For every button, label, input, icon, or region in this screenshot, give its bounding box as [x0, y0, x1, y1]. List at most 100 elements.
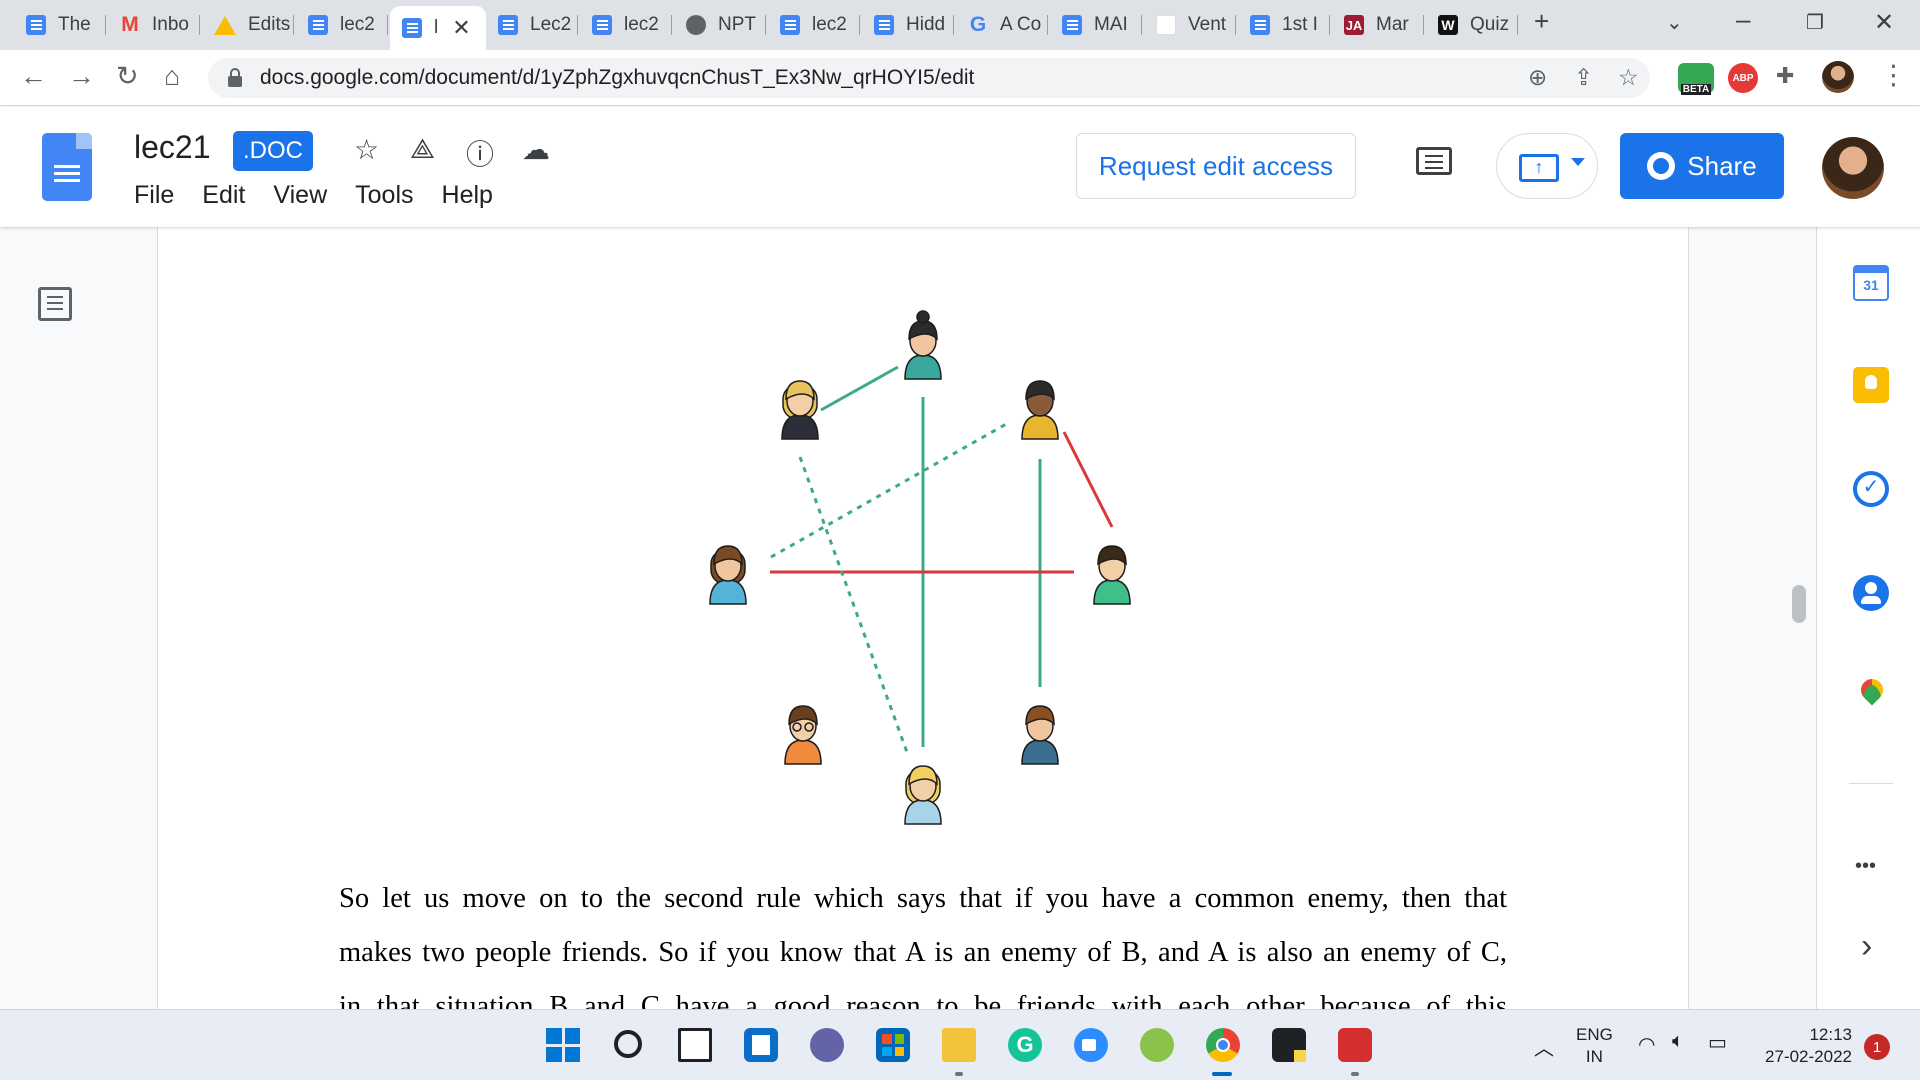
bookmark-star-icon[interactable]: ☆ [1618, 64, 1639, 91]
browser-tab[interactable]: W Quiz [1426, 8, 1518, 42]
vertical-scrollbar[interactable] [1792, 585, 1806, 623]
microsoft-store-icon[interactable] [876, 1028, 910, 1062]
minimize-window-button[interactable]: – [1736, 4, 1750, 35]
start-icon[interactable] [546, 1028, 580, 1062]
notification-badge[interactable]: 1 [1864, 1034, 1890, 1060]
tab-label: Lec2 [530, 14, 572, 35]
tab-label: The [58, 14, 91, 35]
browser-tab[interactable]: Edits [202, 8, 294, 42]
menu-edit[interactable]: Edit [202, 181, 245, 210]
grammarly-beta-extension-icon[interactable]: BETA [1678, 63, 1714, 95]
cloud-status-icon[interactable]: ☁ [522, 133, 550, 166]
docs-logo-icon[interactable] [42, 133, 92, 201]
tab-search-icon[interactable]: ⌄ [1666, 10, 1683, 35]
comment-history-icon[interactable] [1416, 147, 1452, 175]
grammarly-icon[interactable]: G [1008, 1028, 1042, 1062]
running-indicator [1351, 1072, 1359, 1076]
wifi-icon[interactable]: ◠ [1638, 1032, 1655, 1057]
share-button[interactable]: Share [1620, 133, 1784, 199]
restore-window-button[interactable]: ❐ [1806, 10, 1824, 35]
browser-menu-icon[interactable]: ⋮ [1880, 60, 1907, 91]
teams-chat-icon[interactable] [810, 1028, 844, 1062]
share-page-icon[interactable]: ⇪ [1574, 64, 1593, 91]
widgets-icon[interactable] [744, 1028, 778, 1062]
forward-icon[interactable]: → [68, 61, 95, 92]
menu-file[interactable]: File [134, 181, 174, 210]
browser-tab[interactable]: JA Mar [1332, 8, 1424, 42]
clock[interactable]: 12:13 27-02-2022 [1752, 1024, 1852, 1068]
tab-label: lec2 [340, 14, 375, 35]
chrome-icon[interactable] [1206, 1028, 1240, 1062]
home-icon[interactable]: ⌂ [164, 61, 180, 92]
expand-panel-icon[interactable]: › [1861, 927, 1872, 966]
account-avatar[interactable] [1822, 137, 1884, 199]
browser-tab[interactable]: lec2 [580, 8, 672, 42]
browser-profile-avatar[interactable] [1822, 61, 1854, 93]
browser-tab[interactable]: Hidd [862, 8, 954, 42]
zoom-icon[interactable]: ⊕ [1528, 64, 1547, 91]
person-woman-brown-hair-blue-top-icon [709, 545, 747, 605]
calendar-icon[interactable]: 31 [1853, 265, 1889, 301]
present-button[interactable]: ↑ [1496, 133, 1598, 199]
file-explorer-icon[interactable] [942, 1028, 976, 1062]
document-info-icon[interactable]: ⓘ [466, 133, 494, 173]
tab-separator [859, 15, 860, 35]
music-app-icon[interactable] [1140, 1028, 1174, 1062]
lock-icon[interactable] [228, 67, 242, 87]
tab-label: Vent [1188, 14, 1227, 35]
address-bar[interactable]: docs.google.com/document/d/1yZphZgxhuvqc… [208, 58, 1650, 98]
person-woman-dark-hair-bun-icon [904, 310, 942, 380]
contacts-icon[interactable] [1853, 575, 1889, 611]
browser-tab[interactable]: l ✕ [390, 6, 486, 50]
move-to-drive-icon[interactable]: ⟁ [410, 133, 435, 166]
menu-view[interactable]: View [273, 181, 327, 210]
menu-tools[interactable]: Tools [355, 181, 413, 210]
tab-label: NPT [718, 14, 756, 35]
blank-page-icon [1156, 15, 1176, 35]
menu-help[interactable]: Help [442, 181, 493, 210]
task-view-icon[interactable] [678, 1028, 712, 1062]
adblock-plus-icon[interactable]: ABP [1728, 63, 1758, 93]
star-icon[interactable]: ☆ [354, 133, 379, 166]
sticky-notes-icon[interactable] [1272, 1028, 1306, 1062]
request-edit-access-button[interactable]: Request edit access [1076, 133, 1356, 199]
new-tab-button[interactable]: + [1534, 6, 1549, 37]
docs-icon [26, 15, 46, 35]
browser-tab[interactable]: NPT [674, 8, 766, 42]
show-hidden-icons-chevron-icon[interactable]: ︿ [1534, 1032, 1554, 1061]
close-tab-icon[interactable]: ✕ [452, 15, 470, 41]
keep-icon[interactable] [1853, 367, 1889, 403]
document-body-text[interactable]: So let us move on to the second rule whi… [339, 872, 1507, 1009]
battery-icon[interactable]: ▭ [1708, 1030, 1727, 1055]
tasks-icon[interactable]: ✓ [1853, 471, 1889, 507]
browser-tab[interactable]: Vent [1144, 8, 1236, 42]
browser-tab[interactable]: lec2 [768, 8, 860, 42]
browser-tab[interactable]: Lec2 [486, 8, 578, 42]
acrobat-reader-icon[interactable] [1338, 1028, 1372, 1062]
reload-icon[interactable]: ↻ [116, 61, 139, 92]
document-title[interactable]: lec21 [134, 129, 211, 166]
browser-tab[interactable]: MAI [1050, 8, 1142, 42]
document-page[interactable]: So let us move on to the second rule whi… [157, 227, 1689, 1009]
url-text[interactable]: docs.google.com/document/d/1yZphZgxhuvqc… [260, 66, 974, 90]
more-icon[interactable]: ••• [1855, 855, 1876, 878]
tab-label: lec2 [624, 14, 659, 35]
browser-tab[interactable]: 1st I [1238, 8, 1330, 42]
doc-format-badge: .DOC [233, 131, 313, 171]
back-icon[interactable]: ← [20, 61, 47, 92]
browser-tab[interactable]: The [14, 8, 106, 42]
volume-icon[interactable]: 🔈︎ [1672, 1030, 1684, 1053]
browser-tab[interactable]: M Inbo [108, 8, 200, 42]
browser-tab[interactable]: lec2 [296, 8, 388, 42]
language-indicator[interactable]: ENG IN [1576, 1024, 1613, 1068]
extensions-puzzle-icon[interactable]: ✚ [1776, 63, 1794, 89]
tab-separator [1235, 15, 1236, 35]
close-window-button[interactable]: ✕ [1874, 8, 1894, 37]
document-outline-icon[interactable] [38, 287, 72, 321]
search-icon[interactable] [614, 1030, 642, 1058]
browser-tab[interactable]: G A Co [956, 8, 1048, 42]
drive-icon [214, 15, 236, 35]
document-workspace: So let us move on to the second rule whi… [0, 227, 1920, 1009]
zoom-app-icon[interactable] [1074, 1028, 1108, 1062]
maps-icon[interactable] [1853, 674, 1889, 713]
